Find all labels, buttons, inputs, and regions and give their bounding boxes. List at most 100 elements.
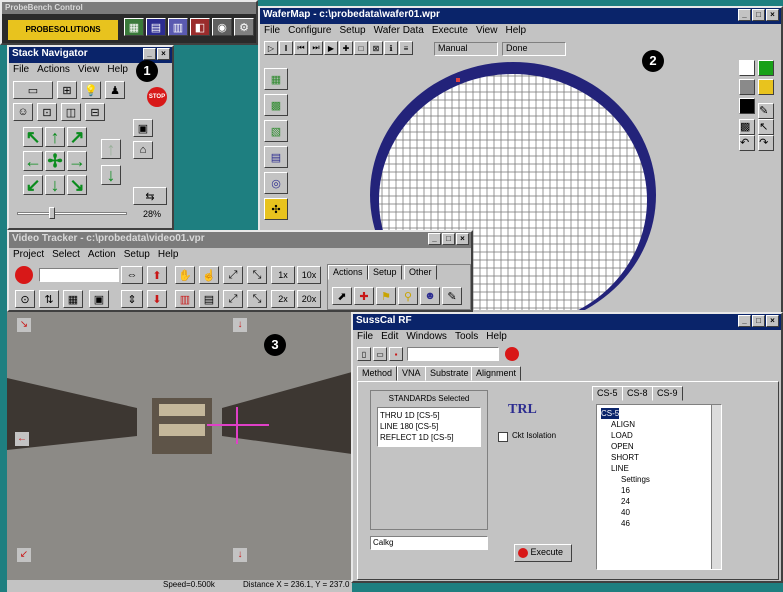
menu-help[interactable]: Help — [486, 331, 507, 344]
target-field[interactable] — [39, 268, 119, 282]
frame-icon[interactable]: ▣ — [89, 290, 109, 308]
move-up-icon[interactable]: ↑ — [45, 127, 65, 147]
tree-node[interactable]: CS-5 — [601, 408, 620, 419]
menu-action[interactable]: Action — [88, 249, 116, 262]
corner-arrow-bottom-icon[interactable]: ↓ — [233, 548, 247, 562]
corner-arrow-bottom-left-icon[interactable]: ↙ — [17, 548, 31, 562]
tab-setup[interactable]: Setup — [368, 265, 402, 280]
gray-swatch[interactable] — [739, 79, 755, 95]
tab-cs9[interactable]: CS-9 — [652, 386, 683, 401]
tree-node[interactable]: 16 — [601, 485, 717, 496]
corner-arrow-left-icon[interactable]: ← — [15, 432, 29, 446]
menu-file[interactable]: File — [264, 25, 280, 38]
minimize-button[interactable]: _ — [143, 48, 156, 60]
maximize-button[interactable]: □ — [752, 9, 765, 21]
home-icon[interactable]: ⌂ — [133, 141, 153, 159]
video-tracker-titlebar[interactable]: Video Tracker - c:\probedata\video01.vpr… — [9, 232, 471, 248]
open-file-icon[interactable]: ▭ — [373, 347, 387, 361]
zoom-out-icon[interactable]: ⤡ — [247, 266, 267, 284]
mag-20x-button[interactable]: 20x — [297, 290, 321, 308]
chart-icon[interactable]: ▥ — [168, 18, 188, 36]
minimize-button[interactable]: _ — [738, 315, 751, 327]
probe-left-icon[interactable]: ▥ — [175, 290, 195, 308]
move-down-icon[interactable]: ↓ — [45, 175, 65, 195]
action-person-icon[interactable]: ☻ — [420, 287, 440, 305]
menu-tools[interactable]: Tools — [455, 331, 478, 344]
menu-windows[interactable]: Windows — [406, 331, 447, 344]
down-arrow-icon[interactable]: ⬇ — [147, 290, 167, 308]
move-right-icon[interactable]: → — [67, 151, 87, 171]
map-bin-icon[interactable]: ▤ — [264, 146, 288, 168]
play-icon[interactable]: ▷ — [264, 41, 278, 55]
light-icon[interactable]: 💡 — [81, 81, 101, 99]
redo-icon[interactable]: ↷ — [758, 135, 775, 151]
action-pen-icon[interactable]: ✎ — [442, 287, 462, 305]
wafer-map-titlebar[interactable]: WaferMap - c:\probedata\wafer01.wpr _ □ × — [260, 8, 781, 24]
speed-slider-thumb[interactable] — [49, 207, 55, 219]
standards-list[interactable]: THRU 1D [CS-5] LINE 180 [CS-5] REFLECT 1… — [377, 407, 481, 447]
menu-help[interactable]: Help — [505, 25, 526, 38]
stop-button[interactable] — [15, 266, 33, 284]
menu-help[interactable]: Help — [107, 64, 128, 77]
close-button[interactable]: × — [766, 315, 779, 327]
tree-node[interactable]: LOAD — [601, 430, 717, 441]
info-icon[interactable]: ℹ — [384, 41, 398, 55]
close-button[interactable]: × — [456, 233, 469, 245]
tree-scrollbar[interactable] — [711, 405, 721, 569]
map-icon[interactable]: ▦ — [124, 18, 144, 36]
z-up-icon[interactable]: ↑ — [101, 139, 121, 159]
action-move-icon[interactable]: ⬈ — [332, 287, 352, 305]
menu-setup[interactable]: Setup — [124, 249, 150, 262]
tab-other[interactable]: Other — [404, 265, 437, 280]
pad-icon[interactable]: ⊡ — [37, 103, 57, 121]
stop-icon[interactable] — [505, 347, 519, 361]
subdie-icon[interactable]: ⊠ — [369, 41, 383, 55]
measure-icon[interactable]: ⇕ — [121, 290, 143, 308]
pause-icon[interactable]: ‖ — [279, 41, 293, 55]
calibrate-icon[interactable]: ⇔ — [121, 266, 143, 284]
pencil-icon[interactable]: ✎ — [758, 103, 775, 119]
close-button[interactable]: × — [766, 9, 779, 21]
menu-wafer-data[interactable]: Wafer Data — [374, 25, 424, 38]
tab-alignment[interactable]: Alignment — [471, 366, 522, 381]
center-icon[interactable]: ✢ — [45, 151, 65, 171]
cross-icon[interactable]: ✚ — [339, 41, 353, 55]
video-view[interactable]: ↘ ↓ ← ↙ ↓ — [7, 312, 352, 580]
white-swatch[interactable] — [739, 60, 755, 76]
probe-icon[interactable]: ♟ — [105, 81, 125, 99]
ckt-isolation-checkbox[interactable] — [498, 432, 508, 442]
tree-node[interactable]: LINE — [601, 463, 717, 474]
z-down-icon[interactable]: ↓ — [101, 165, 121, 185]
tree-node[interactable]: ALIGN — [601, 419, 717, 430]
tab-vna[interactable]: VNA — [397, 366, 426, 381]
map-select-icon[interactable]: ▩ — [264, 94, 288, 116]
standard-line[interactable]: LINE 180 [CS-5] — [380, 421, 478, 432]
move-left-icon[interactable]: ← — [23, 151, 43, 171]
user-icon[interactable]: ☺ — [13, 103, 33, 121]
pointer-icon[interactable]: ☝ — [199, 266, 219, 284]
menu-edit[interactable]: Edit — [381, 331, 398, 344]
probe-right-icon[interactable]: ▤ — [199, 290, 219, 308]
map-align-icon[interactable]: ✣ — [264, 198, 288, 220]
grid-icon[interactable]: ▤ — [146, 18, 166, 36]
standard-reflect[interactable]: REFLECT 1D [CS-5] — [380, 432, 478, 443]
corner-arrow-top-left-icon[interactable]: ↘ — [17, 318, 31, 332]
menu-setup[interactable]: Setup — [339, 25, 365, 38]
settings-icon[interactable]: ⚙ — [234, 18, 254, 36]
menu-help[interactable]: Help — [158, 249, 179, 262]
record-icon[interactable]: ⊙ — [15, 290, 35, 308]
menu-execute[interactable]: Execute — [432, 25, 468, 38]
contact-icon[interactable]: ⊞ — [57, 81, 77, 99]
tree-node[interactable]: Settings — [601, 474, 717, 485]
action-cross-icon[interactable]: ✚ — [354, 287, 374, 305]
tab-substrate[interactable]: Substrate — [425, 366, 474, 381]
pattern-match-icon[interactable]: ▦ — [63, 290, 83, 308]
susscal-titlebar[interactable]: SussCal RF _ □ × — [353, 314, 781, 330]
align-icon[interactable]: ⊟ — [85, 103, 105, 121]
next-icon[interactable]: ▶ — [324, 41, 338, 55]
maximize-button[interactable]: □ — [442, 233, 455, 245]
speed-slider[interactable] — [17, 212, 127, 215]
action-flag-icon[interactable]: ⚑ — [376, 287, 396, 305]
tab-cs8[interactable]: CS-8 — [622, 386, 653, 401]
close-button[interactable]: × — [157, 48, 170, 60]
